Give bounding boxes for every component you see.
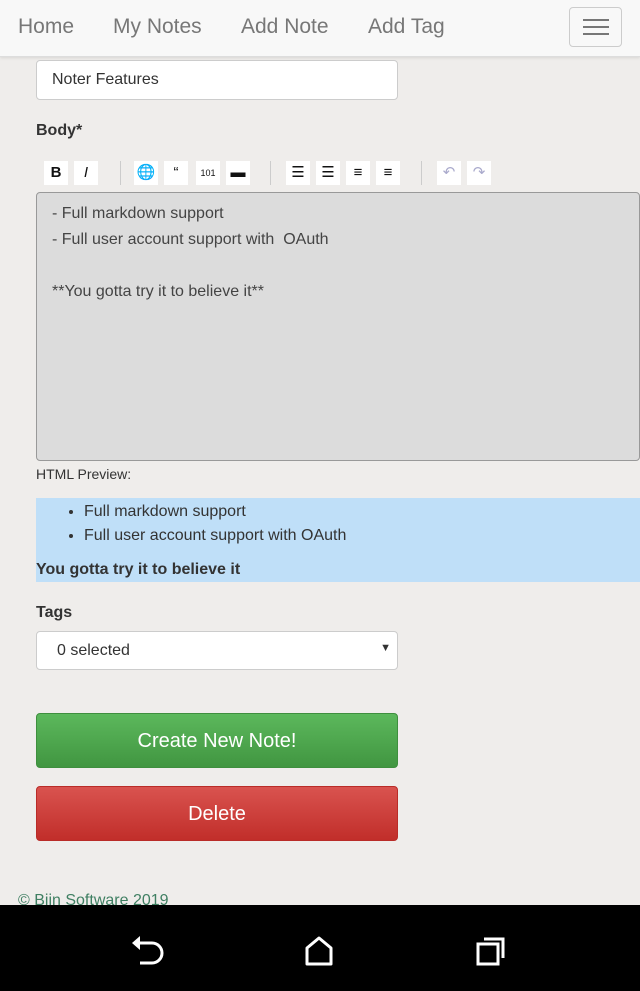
preview-bold-text: You gotta try it to believe it — [36, 561, 241, 578]
preview-item: Full user account support with OAuth — [84, 524, 346, 548]
create-note-button[interactable]: Create New Note! — [36, 713, 398, 768]
nav-home[interactable]: Home — [18, 15, 74, 39]
ordered-list-icon[interactable]: ☰ — [286, 161, 310, 185]
heading-icon[interactable]: ≡ — [346, 161, 370, 185]
toolbar-divider — [270, 161, 271, 185]
link-icon[interactable]: 🌐 — [134, 161, 158, 185]
tags-select-value: 0 selected — [57, 642, 130, 659]
nav-my-notes[interactable]: My Notes — [113, 15, 202, 39]
quote-icon[interactable]: “ — [164, 161, 188, 185]
nav-add-note[interactable]: Add Note — [241, 15, 329, 39]
navbar: Home My Notes Add Note Add Tag — [0, 0, 640, 57]
recent-apps-icon[interactable] — [475, 935, 507, 967]
hamburger-menu-icon[interactable] — [569, 7, 622, 47]
dropdown-arrow-icon: ▼ — [380, 642, 391, 654]
tags-label: Tags — [36, 604, 73, 621]
undo-icon[interactable]: ↶ — [437, 161, 461, 185]
horizontal-rule-icon[interactable]: ≡ — [376, 161, 400, 185]
preview-label: HTML Preview: — [36, 466, 132, 482]
home-icon[interactable] — [304, 935, 334, 967]
image-icon[interactable]: ▬ — [226, 161, 250, 185]
delete-button[interactable]: Delete — [36, 786, 398, 841]
bold-icon[interactable]: B — [44, 161, 68, 185]
nav-add-tag[interactable]: Add Tag — [368, 15, 445, 39]
redo-icon[interactable]: ↷ — [467, 161, 491, 185]
html-preview: Full markdown supportFull user account s… — [36, 498, 640, 582]
back-icon[interactable] — [130, 933, 168, 967]
title-input[interactable]: Noter Features — [36, 60, 398, 100]
italic-icon[interactable]: I — [74, 161, 98, 185]
preview-item: Full markdown support — [84, 500, 346, 524]
toolbar-divider — [120, 161, 121, 185]
code-icon[interactable]: 101 — [196, 161, 220, 185]
unordered-list-icon[interactable]: ☰ — [316, 161, 340, 185]
tags-select[interactable]: 0 selected ▼ — [36, 631, 398, 670]
system-nav-bar — [0, 905, 640, 991]
toolbar-divider — [421, 161, 422, 185]
body-label: Body* — [36, 122, 83, 139]
body-textarea[interactable]: - Full markdown support - Full user acco… — [36, 192, 640, 461]
